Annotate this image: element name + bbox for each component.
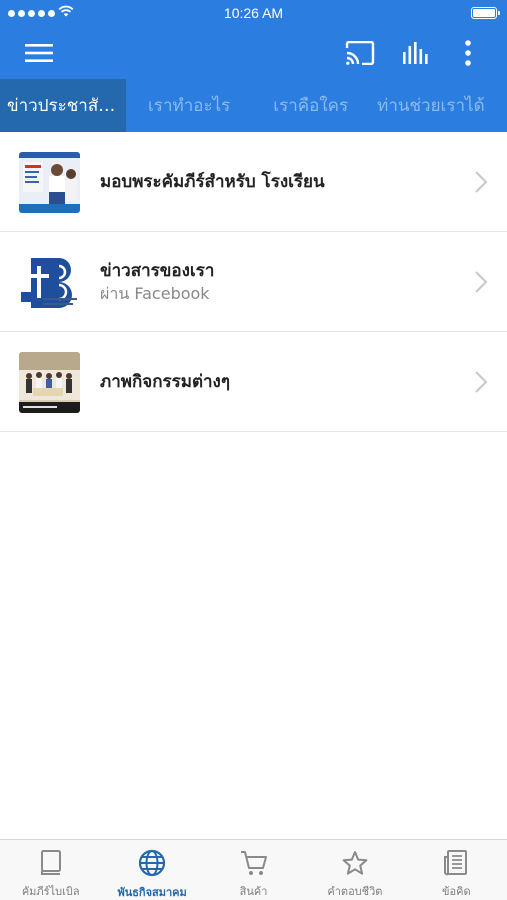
list-item-title: ข่าวสารของเรา [100,261,215,281]
list-item-text: ข่าวสารของเรา ผ่าน Facebook [100,232,457,332]
nav-life-answers[interactable]: คำตอบชีวิต [304,840,405,900]
category-tabs: ข่าวประชาสัมพันธ์ เราทำอะไร เราคือใคร ท่… [0,79,507,132]
nav-reflections[interactable]: ข้อคิด [406,840,507,900]
list-item-text: มอบพระคัมภีร์สำหรับ โรงเรียน [100,132,457,232]
list-item-title: ภาพกิจกรรมต่างๆ [100,372,230,392]
list-item-title: มอบพระคัมภีร์สำหรับ โรงเรียน [100,172,325,192]
tab-label: เราทำอะไร [148,96,231,116]
tab-news[interactable]: ข่าวประชาสัมพันธ์ [0,79,126,132]
list-item[interactable]: ภาพกิจกรรมต่างๆ [0,332,507,432]
cast-icon[interactable] [345,38,375,68]
list-item[interactable]: มอบพระคัมภีร์สำหรับ โรงเรียน [0,132,507,232]
content-list: มอบพระคัมภีร์สำหรับ โรงเรียน ข่าวสารของเ… [0,132,507,432]
nav-label: ข้อคิด [442,885,471,898]
star-icon [342,849,368,876]
status-time: 10:26 AM [223,5,284,21]
globe-icon [138,849,166,877]
nav-label: คัมภีร์ไบเบิล [21,885,80,898]
nav-label: สินค้า [239,885,268,898]
nav-ministry[interactable]: พันธกิจสมาคม [101,840,202,900]
list-item[interactable]: ข่าวสารของเรา ผ่าน Facebook [0,232,507,332]
thumbnail-image [19,352,80,413]
thumbnail-image [19,252,80,313]
tab-label: ข่าวประชาสัมพันธ์ [7,96,122,116]
chevron-right-icon [475,371,487,393]
nav-bible[interactable]: คัมภีร์ไบเบิล [0,840,101,900]
thumbnail-image [19,152,80,213]
nav-products[interactable]: สินค้า [203,840,304,900]
list-item-text: ภาพกิจกรรมต่างๆ [100,332,457,432]
tab-label: เราคือใคร [273,96,349,116]
audio-levels-icon[interactable] [401,38,431,68]
tab-who-we-are[interactable]: เราคือใคร [237,79,355,132]
chevron-right-icon [475,271,487,293]
tab-label: ท่านช่วยเราได้ [377,96,485,116]
nav-label: คำตอบชีวิต [327,885,383,898]
newspaper-icon [444,849,468,876]
book-icon [40,849,62,876]
status-bar: 10:26 AM [0,0,507,28]
tab-what-we-do[interactable]: เราทำอะไร [126,79,237,132]
cart-icon [240,849,268,876]
more-vert-icon[interactable] [453,38,483,68]
battery-icon [471,7,500,19]
bottom-navigation: คัมภีร์ไบเบิล พันธกิจสมาคม สินค้า คำตอบช… [0,839,507,900]
app-bar [0,28,507,79]
menu-icon[interactable] [24,38,54,68]
tab-how-you-can-help[interactable]: ท่านช่วยเราได้ [355,79,492,132]
list-item-subtitle: ผ่าน Facebook [100,284,210,303]
chevron-right-icon [475,171,487,193]
nav-label: พันธกิจสมาคม [117,886,187,899]
